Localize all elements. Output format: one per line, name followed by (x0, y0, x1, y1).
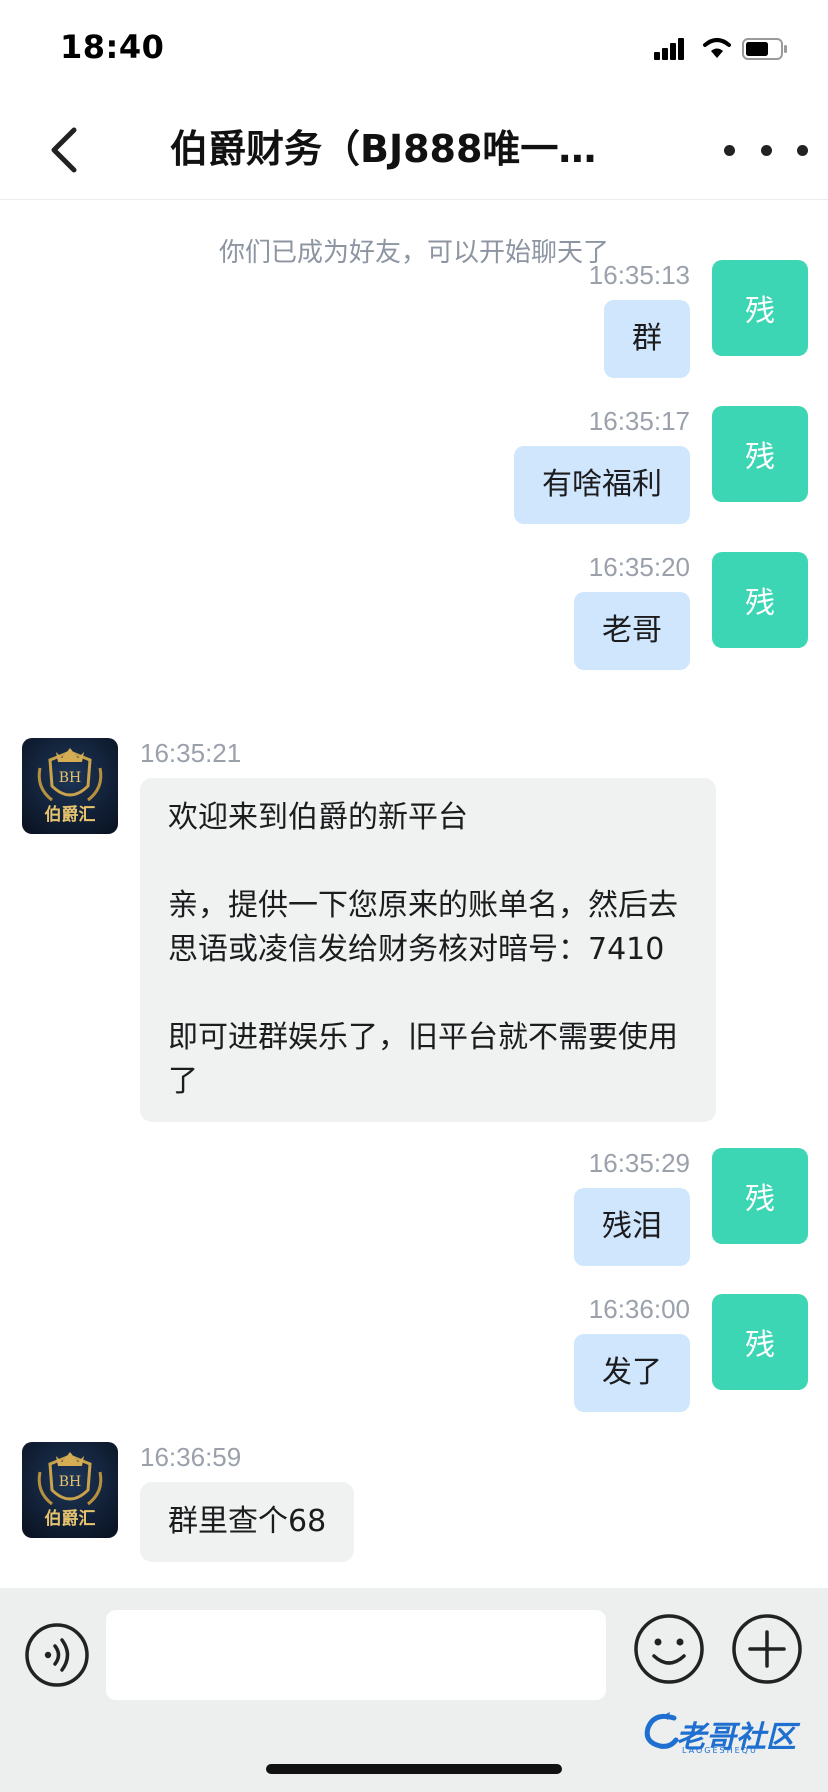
user-avatar[interactable]: 残 (712, 406, 808, 502)
message-bubble[interactable]: 群里查个68 (140, 1482, 355, 1562)
message-outgoing: 16:35:29 残泪 残 (574, 1148, 808, 1266)
message-paragraph: 群里查个68 (168, 1504, 327, 1539)
crest-logo-icon: BH 伯爵汇 (22, 738, 118, 834)
crest-logo-icon: BH 伯爵汇 (22, 1442, 118, 1538)
chevron-left-icon (51, 127, 77, 173)
chat-title: 伯爵财务（BJ888唯一… (170, 127, 597, 171)
message-paragraph: 即可进群娱乐了，旧平台就不需要使用了 (168, 1020, 678, 1099)
chat-header: 伯爵财务（BJ888唯一… (0, 100, 828, 200)
home-indicator[interactable] (266, 1764, 562, 1774)
message-bubble[interactable]: 发了 (574, 1334, 690, 1412)
contact-avatar[interactable]: BH 伯爵汇 (22, 1442, 118, 1538)
status-bar: 18:40 (0, 0, 828, 100)
ellipsis-dot (797, 144, 808, 156)
emoji-icon[interactable] (632, 1612, 706, 1686)
svg-text:BH: BH (59, 770, 82, 786)
message-paragraph: 欢迎来到伯爵的新平台 (168, 800, 468, 835)
svg-text:BH: BH (59, 1474, 82, 1490)
status-time: 18:40 (60, 28, 165, 66)
message-timestamp: 16:35:20 (588, 552, 690, 582)
user-avatar[interactable]: 残 (712, 552, 808, 648)
contact-avatar[interactable]: BH 伯爵汇 (22, 738, 118, 834)
message-timestamp: 16:36:59 (140, 1442, 242, 1472)
message-paragraph: 亲，提供一下您原来的账单名，然后去思语或凌信发给财务核对暗号：7410 (168, 888, 678, 967)
message-bubble[interactable]: 残泪 (574, 1188, 690, 1266)
svg-text:伯爵汇: 伯爵汇 (45, 1508, 96, 1529)
message-input-bar: 老哥社区 LAOGESHEQU (0, 1588, 828, 1792)
message-timestamp: 16:35:17 (588, 406, 690, 436)
message-bubble[interactable]: 欢迎来到伯爵的新平台 亲，提供一下您原来的账单名，然后去思语或凌信发给财务核对暗… (140, 778, 716, 1122)
battery-icon (742, 38, 787, 60)
message-incoming: BH 伯爵汇 16:35:21 欢迎来到伯爵的新平台 亲，提供一下您原来的账单名… (22, 738, 716, 1122)
watermark-subtext: LAOGESHEQU (682, 1746, 758, 1755)
svg-text:伯爵汇: 伯爵汇 (45, 804, 96, 825)
message-timestamp: 16:35:21 (140, 738, 242, 768)
user-avatar[interactable]: 残 (712, 1294, 808, 1390)
back-button[interactable] (34, 118, 94, 182)
message-outgoing: 16:36:00 发了 残 (574, 1294, 808, 1412)
message-outgoing: 16:35:20 老哥 残 (574, 552, 808, 670)
message-incoming: BH 伯爵汇 16:36:59 群里查个68 (22, 1442, 355, 1562)
ellipsis-icon (724, 144, 735, 156)
watermark: 老哥社区 LAOGESHEQU (640, 1706, 820, 1766)
message-outgoing: 16:35:13 群 残 (589, 260, 808, 378)
user-avatar[interactable]: 残 (712, 1148, 808, 1244)
wifi-icon (703, 38, 731, 58)
more-options-button[interactable] (724, 126, 808, 174)
message-bubble[interactable]: 有啥福利 (514, 446, 690, 524)
message-timestamp: 16:35:13 (588, 260, 690, 290)
dragon-logo-icon (644, 1712, 679, 1749)
plus-icon[interactable] (730, 1612, 804, 1686)
message-bubble[interactable]: 老哥 (574, 592, 690, 670)
ellipsis-dot (760, 144, 772, 156)
user-avatar[interactable]: 残 (712, 260, 808, 356)
message-outgoing: 16:35:17 有啥福利 残 (514, 406, 808, 524)
cellular-signal-icon (654, 36, 690, 60)
message-timestamp: 16:35:29 (588, 1148, 690, 1178)
chat-message-list[interactable]: 你们已成为好友，可以开始聊天了 16:35:13 群 残 16:35:17 有啥… (0, 200, 828, 1588)
message-bubble[interactable]: 群 (604, 300, 690, 378)
message-timestamp: 16:36:00 (588, 1294, 690, 1324)
message-input[interactable] (106, 1610, 606, 1700)
voice-icon[interactable] (24, 1622, 90, 1688)
